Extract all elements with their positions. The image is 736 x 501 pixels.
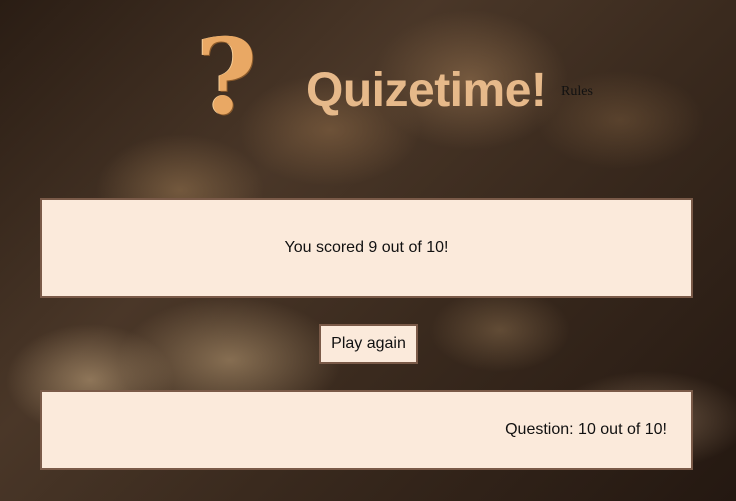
page-title: Quizetime!: [306, 64, 547, 117]
rules-link[interactable]: Rules: [561, 84, 593, 100]
score-text: You scored 9 out of 10!: [284, 239, 449, 256]
play-again-button[interactable]: Play again: [319, 324, 418, 364]
question-progress-panel: Question: 10 out of 10!: [40, 390, 693, 470]
question-progress-text: Question: 10 out of 10!: [505, 421, 667, 438]
score-panel: You scored 9 out of 10!: [40, 198, 693, 298]
question-mark-logo-icon: ?: [196, 15, 257, 138]
